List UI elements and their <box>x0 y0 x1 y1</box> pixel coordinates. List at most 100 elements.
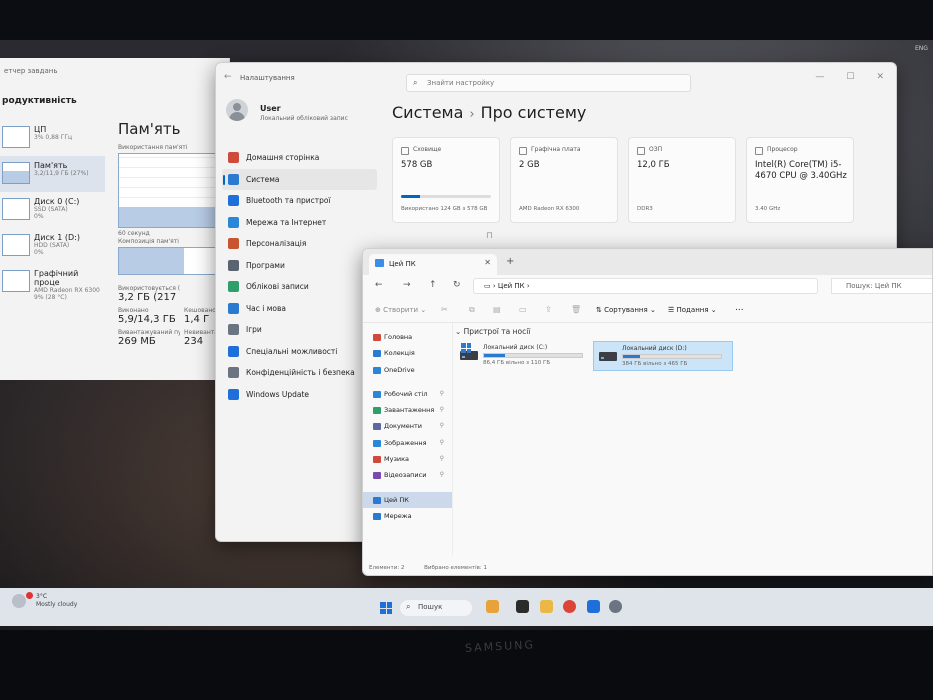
nav-item-apps[interactable]: Програми <box>222 255 377 277</box>
address-bar[interactable]: ▭ › Цей ПК › <box>473 278 818 294</box>
breadcrumb-system[interactable]: Система <box>392 103 463 122</box>
nav-pictures[interactable]: Зображення ⚲ <box>363 435 452 451</box>
taskbar-search[interactable]: ⌕ Пошук <box>400 600 472 616</box>
nav-network[interactable]: Мережа <box>363 508 452 524</box>
view-button[interactable]: ☰ Подання ⌄ <box>668 306 717 314</box>
perf-item-gpu[interactable]: Графічний проце AMD Radeon RX 6300 9% (2… <box>0 264 105 301</box>
nav-downloads[interactable]: Завантаження ⚲ <box>363 402 452 418</box>
perf-item-disk1[interactable]: Диск 1 (D:) HDD (SATA) 0% <box>0 228 105 264</box>
settings-search-input[interactable]: ⌕ Знайти настройку <box>406 74 691 92</box>
storage-card[interactable]: Сховище 578 GB Використано 124 GB з 578 … <box>392 137 500 223</box>
composition-caption: Композиція пам'яті <box>118 238 179 245</box>
apps-icon <box>228 259 239 271</box>
close-icon[interactable]: ✕ <box>876 72 884 82</box>
graphics-card[interactable]: Графічна плата 2 GB AMD Radeon RX 6300 <box>510 137 618 223</box>
nav-item-accounts[interactable]: Облікові записи <box>222 276 377 298</box>
cut-icon[interactable]: ✂ <box>441 305 448 314</box>
pin-icon[interactable]: ⚲ <box>440 418 444 434</box>
weather-description[interactable]: Mostly cloudy <box>36 601 77 608</box>
drive-c[interactable]: Локальний диск (C:) 86,4 ГБ вільно з 110… <box>455 341 595 371</box>
user-name: User <box>260 104 281 113</box>
explorer-content: ⌄ Пристрої та носії Локальний диск (C:) … <box>455 327 925 371</box>
nav-this-pc[interactable]: Цей ПК <box>363 491 452 508</box>
back-arrow-icon[interactable]: ← <box>224 72 232 82</box>
back-icon[interactable]: ← <box>375 280 383 290</box>
settings-app-title: Налаштування <box>240 74 295 82</box>
nav-item-privacy[interactable]: Конфіденційність і безпека <box>222 362 377 384</box>
pin-icon[interactable]: ⚲ <box>440 435 444 451</box>
widgets-icon[interactable] <box>486 600 499 613</box>
stat-paged-pool: 269 МБ <box>118 336 156 347</box>
tab-this-pc[interactable]: Цей ПК ✕ <box>369 254 497 275</box>
ram-card[interactable]: ОЗП 12,0 ГБ DDR3 <box>628 137 736 223</box>
sort-button[interactable]: ⇅ Сортування ⌄ <box>596 306 656 314</box>
task-view-icon[interactable] <box>516 600 529 613</box>
delete-icon[interactable]: 🗑 <box>571 305 581 314</box>
start-button[interactable] <box>380 602 392 614</box>
chrome-icon[interactable] <box>563 600 576 613</box>
nav-gallery[interactable]: Колекція <box>363 345 452 361</box>
breadcrumb: Система › Про систему <box>392 103 587 122</box>
performance-heading: родуктивність <box>2 96 77 106</box>
monitor-bezel <box>0 630 933 700</box>
nav-videos[interactable]: Відеозаписи ⚲ <box>363 467 452 483</box>
pin-icon[interactable]: ⚲ <box>440 386 444 402</box>
nav-item-time-language[interactable]: Час і мова <box>222 298 377 320</box>
pin-icon[interactable]: ⚲ <box>440 467 444 483</box>
close-tab-icon[interactable]: ✕ <box>484 258 491 267</box>
settings-gear-icon[interactable] <box>609 600 622 613</box>
explorer-search-input[interactable]: Пошук: Цей ПК <box>831 278 932 294</box>
cloud-icon <box>373 366 381 374</box>
processor-card[interactable]: Процесор Intel(R) Core(TM) i5-4670 CPU @… <box>746 137 854 223</box>
store-icon[interactable] <box>587 600 600 613</box>
new-tab-icon[interactable]: + <box>506 256 514 267</box>
share-icon[interactable]: ⇪ <box>545 305 552 314</box>
wifi-icon <box>228 216 239 228</box>
language-indicator[interactable]: ENG <box>915 45 928 52</box>
drive-d[interactable]: Локальний диск (D:) 384 ГБ вільно з 465 … <box>593 341 733 371</box>
pin-icon[interactable]: ⚲ <box>440 402 444 418</box>
nav-item-system[interactable]: Система <box>222 168 377 190</box>
nav-desktop[interactable]: Робочий стіл ⚲ <box>363 386 452 402</box>
minimize-icon[interactable]: — <box>815 72 824 82</box>
nav-onedrive[interactable]: OneDrive <box>363 362 452 378</box>
nav-music[interactable]: Музика ⚲ <box>363 451 452 467</box>
weather-temperature[interactable]: 3°C <box>36 593 47 600</box>
paste-icon[interactable]: ▤ <box>493 305 501 314</box>
nav-item-network[interactable]: Мережа та Інтернет <box>222 212 377 234</box>
update-icon <box>228 388 239 400</box>
nav-item-accessibility[interactable]: Спеціальні можливості <box>222 341 377 363</box>
nav-documents[interactable]: Документи ⚲ <box>363 418 452 434</box>
pin-icon[interactable]: ⚲ <box>440 451 444 467</box>
perf-item-disk0[interactable]: Диск 0 (C:) SSD (SATA) 0% <box>0 192 105 228</box>
up-icon[interactable]: ↑ <box>429 280 437 290</box>
page-title: Про систему <box>480 103 587 122</box>
more-options-button[interactable]: ... <box>735 303 744 313</box>
rename-icon[interactable]: ▭ <box>519 305 527 314</box>
brush-icon <box>228 238 239 249</box>
loading-icon: ⊓ <box>486 231 494 241</box>
settings-nav: Домашня сторінка Система Bluetooth та пр… <box>222 147 377 405</box>
perf-item-memory[interactable]: Пам'ять 3,2/11,9 ГБ (27%) <box>0 156 105 192</box>
refresh-icon[interactable]: ↻ <box>453 280 461 290</box>
forward-icon[interactable]: → <box>403 280 411 290</box>
stat-in-use: 3,2 ГБ (217 МБ) <box>118 292 180 303</box>
globe-clock-icon <box>228 302 239 314</box>
file-explorer-icon[interactable] <box>540 600 553 613</box>
new-button[interactable]: ⊕ Створити ⌄ <box>375 306 426 314</box>
ram-icon <box>637 147 645 155</box>
maximize-icon[interactable]: ☐ <box>846 72 854 82</box>
user-account[interactable]: User Локальний обліковий запис <box>226 99 376 129</box>
devices-group-title[interactable]: ⌄ Пристрої та носії <box>455 327 925 336</box>
nav-item-windows-update[interactable]: Windows Update <box>222 384 377 406</box>
computer-icon: ▭ <box>484 282 491 290</box>
copy-icon[interactable]: ⧉ <box>469 305 475 315</box>
perf-item-cpu[interactable]: ЦП 3% 0,88 ГГц <box>0 120 105 156</box>
nav-home[interactable]: Головна <box>363 329 452 345</box>
nav-item-personalization[interactable]: Персоналізація <box>222 233 377 255</box>
nav-item-gaming[interactable]: Ігри <box>222 319 377 341</box>
shield-icon <box>228 367 239 378</box>
nav-item-bluetooth[interactable]: Bluetooth та пристрої <box>222 190 377 212</box>
nav-item-home[interactable]: Домашня сторінка <box>222 147 377 169</box>
cloud-icon[interactable] <box>12 594 26 608</box>
